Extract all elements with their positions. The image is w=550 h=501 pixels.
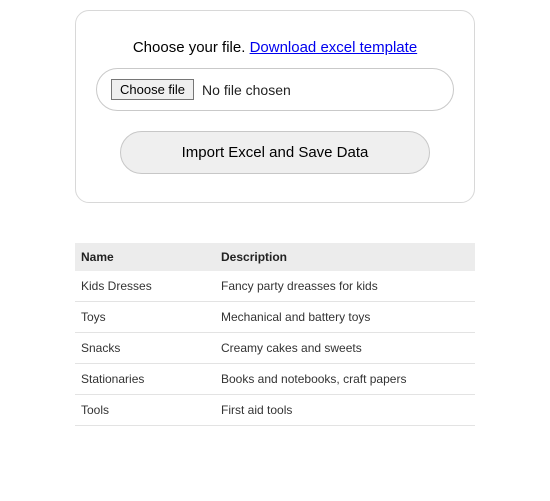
download-template-link[interactable]: Download excel template (250, 39, 418, 56)
table-row: SnacksCreamy cakes and sweets (75, 333, 475, 364)
upload-prompt-text: Choose your file. (133, 39, 250, 56)
table-header-name: Name (75, 243, 215, 271)
table-header-description: Description (215, 243, 475, 271)
cell-name: Kids Dresses (75, 271, 215, 302)
cell-name: Stationaries (75, 364, 215, 395)
cell-description: Fancy party dreasses for kids (215, 271, 475, 302)
import-button[interactable]: Import Excel and Save Data (120, 131, 430, 174)
table-header-row: Name Description (75, 243, 475, 271)
choose-file-button[interactable]: Choose file (111, 79, 194, 100)
upload-card: Choose your file. Download excel templat… (75, 10, 475, 203)
file-input-row: Choose file No file chosen (96, 68, 454, 111)
cell-description: Creamy cakes and sweets (215, 333, 475, 364)
upload-prompt: Choose your file. Download excel templat… (96, 39, 454, 56)
table-row: Kids DressesFancy party dreasses for kid… (75, 271, 475, 302)
data-table: Name Description Kids DressesFancy party… (75, 243, 475, 426)
table-row: StationariesBooks and notebooks, craft p… (75, 364, 475, 395)
file-status-text: No file chosen (202, 82, 291, 98)
data-table-wrap: Name Description Kids DressesFancy party… (75, 243, 475, 426)
cell-description: Mechanical and battery toys (215, 302, 475, 333)
cell-name: Snacks (75, 333, 215, 364)
cell-description: Books and notebooks, craft papers (215, 364, 475, 395)
cell-name: Tools (75, 395, 215, 426)
table-row: ToolsFirst aid tools (75, 395, 475, 426)
table-row: ToysMechanical and battery toys (75, 302, 475, 333)
cell-description: First aid tools (215, 395, 475, 426)
cell-name: Toys (75, 302, 215, 333)
